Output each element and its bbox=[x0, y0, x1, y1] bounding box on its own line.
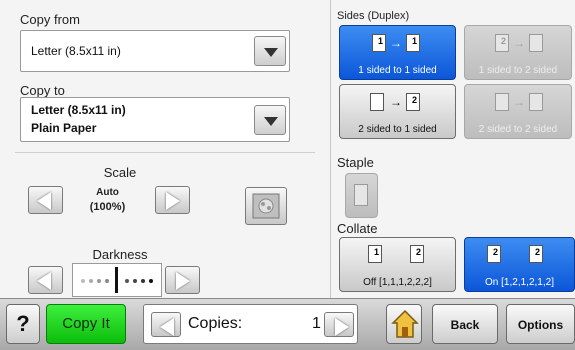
darkness-dot bbox=[141, 279, 145, 283]
page-icon: 1 bbox=[368, 245, 382, 263]
darkness-label: Darkness bbox=[92, 247, 148, 262]
sides-1-to-2-label: 1 sided to 2 sided bbox=[478, 65, 558, 76]
back-label: Back bbox=[450, 318, 480, 332]
advanced-image-button[interactable] bbox=[245, 187, 287, 225]
scale-label: Scale bbox=[103, 165, 137, 180]
page-icon: 2 bbox=[529, 245, 543, 263]
page-icon: 2 bbox=[495, 34, 509, 52]
staple-label: Staple bbox=[337, 155, 374, 170]
copies-increase-button[interactable] bbox=[324, 312, 354, 337]
collate-off-button[interactable]: 1 2 Off [1,1,1,2,2,2] bbox=[339, 237, 456, 292]
page-icon: 2 bbox=[406, 93, 420, 111]
copy-from-label: Copy from bbox=[20, 12, 80, 27]
arrow-right-icon: → bbox=[513, 36, 525, 50]
collate-label: Collate bbox=[337, 221, 378, 236]
page-icon bbox=[529, 34, 543, 52]
page-icon: 1 bbox=[372, 34, 386, 52]
scale-value-line1: Auto bbox=[96, 187, 119, 198]
page-icon: 1 bbox=[406, 34, 420, 52]
collate-on-button[interactable]: 2 2 On [1,2,1,2,1,2] bbox=[464, 237, 575, 292]
page-icon: 2 bbox=[410, 245, 424, 263]
page-icon bbox=[370, 93, 384, 111]
copy-to-value-line1: Letter (8.5x11 in) bbox=[31, 103, 126, 117]
copies-control: Copies: 1 bbox=[143, 304, 358, 344]
page-icon bbox=[529, 93, 543, 111]
copies-decrease-button[interactable] bbox=[151, 312, 181, 337]
home-button[interactable] bbox=[386, 304, 422, 344]
image-icon bbox=[252, 193, 280, 219]
darkness-dot bbox=[149, 279, 153, 283]
darkness-dot bbox=[97, 279, 101, 283]
copies-value: 1 bbox=[312, 315, 321, 332]
copy-from-dropdown[interactable]: Letter (8.5x11 in) bbox=[20, 30, 290, 72]
copy-to-dropdown[interactable]: Letter (8.5x11 in) Plain Paper bbox=[20, 97, 290, 142]
collate-on-label: On [1,2,1,2,1,2] bbox=[485, 277, 554, 288]
sides-2-to-2-button: → 2 sided to 2 sided bbox=[464, 84, 572, 139]
options-label: Options bbox=[517, 318, 564, 332]
darkness-dot bbox=[81, 279, 85, 283]
darkness-dot bbox=[125, 279, 129, 283]
copies-label: Copies: bbox=[188, 315, 243, 332]
scale-decrease-button[interactable] bbox=[28, 186, 63, 214]
darkness-decrease-button[interactable] bbox=[28, 266, 63, 294]
sides-1-to-1-button[interactable]: 1 → 1 1 sided to 1 sided bbox=[339, 25, 456, 80]
page-icon: 2 bbox=[487, 245, 501, 263]
back-button[interactable]: Back bbox=[432, 304, 498, 344]
copy-it-button[interactable]: Copy It bbox=[46, 304, 126, 344]
scale-increase-button[interactable] bbox=[155, 186, 190, 214]
page-icon bbox=[495, 93, 509, 111]
help-button[interactable]: ? bbox=[6, 304, 40, 344]
darkness-increase-button[interactable] bbox=[165, 266, 200, 294]
darkness-dot bbox=[105, 279, 109, 283]
copy-to-label: Copy to bbox=[20, 83, 65, 98]
help-label: ? bbox=[16, 311, 30, 336]
copy-to-value-line2: Plain Paper bbox=[31, 121, 97, 135]
sides-label: Sides (Duplex) bbox=[337, 10, 410, 22]
scale-value-line2: (100%) bbox=[89, 201, 126, 213]
darkness-slider[interactable] bbox=[72, 263, 162, 297]
sides-2-to-1-label: 2 sided to 1 sided bbox=[358, 124, 437, 135]
sides-2-to-1-button[interactable]: → 2 2 sided to 1 sided bbox=[339, 84, 456, 139]
copy-it-label: Copy It bbox=[62, 315, 110, 332]
darkness-indicator bbox=[115, 267, 118, 293]
darkness-dot bbox=[133, 279, 137, 283]
darkness-dot bbox=[89, 279, 93, 283]
collate-off-label: Off [1,1,1,2,2,2] bbox=[363, 277, 432, 288]
sides-2-to-2-label: 2 sided to 2 sided bbox=[478, 124, 558, 135]
divider bbox=[15, 152, 315, 153]
staple-button bbox=[345, 173, 378, 218]
options-button[interactable]: Options bbox=[506, 304, 575, 344]
sides-1-to-1-label: 1 sided to 1 sided bbox=[358, 65, 437, 76]
arrow-right-icon: → bbox=[513, 95, 525, 109]
arrow-right-icon: → bbox=[390, 95, 402, 109]
stapled-page-icon bbox=[354, 184, 368, 206]
home-icon bbox=[391, 309, 419, 338]
chevron-down-icon[interactable] bbox=[254, 104, 286, 135]
chevron-down-icon[interactable] bbox=[254, 36, 286, 66]
arrow-right-icon: → bbox=[390, 36, 402, 50]
sides-1-to-2-button: 2 → 1 sided to 2 sided bbox=[464, 25, 572, 80]
copy-from-value: Letter (8.5x11 in) bbox=[31, 44, 121, 58]
